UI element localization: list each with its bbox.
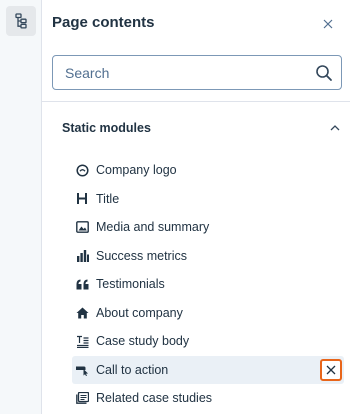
page-tree-button[interactable] <box>6 6 36 36</box>
close-panel-button[interactable] <box>320 16 336 32</box>
left-rail <box>0 0 42 414</box>
module-label: Title <box>96 191 120 206</box>
module-label: Success metrics <box>96 248 187 263</box>
search-input[interactable] <box>53 56 341 89</box>
text-format-icon <box>75 334 89 348</box>
search-icon <box>316 65 332 81</box>
cta-icon <box>75 363 89 377</box>
bar-chart-icon <box>75 249 89 263</box>
module-label: Related case studies <box>96 391 213 406</box>
module-list: Company logo Title Media and summary Suc… <box>72 156 344 413</box>
list-item[interactable]: Case study body <box>72 327 344 356</box>
section-title: Static modules <box>62 121 151 135</box>
search-field <box>52 55 342 90</box>
related-list-icon <box>75 391 89 405</box>
module-label: Case study body <box>96 334 190 349</box>
module-label: Call to action <box>96 362 169 377</box>
close-icon <box>326 365 336 374</box>
quote-icon <box>75 277 89 291</box>
list-item[interactable]: Related case studies <box>72 384 344 413</box>
list-item[interactable]: Media and summary <box>72 213 344 242</box>
remove-module-button[interactable] <box>320 358 342 381</box>
chevron-up-icon <box>330 125 340 131</box>
divider <box>42 101 350 102</box>
module-label: Media and summary <box>96 220 210 235</box>
panel-title: Page contents <box>52 14 155 31</box>
list-item-selected[interactable]: Call to action <box>72 355 344 384</box>
image-icon <box>75 220 89 234</box>
module-label: About company <box>96 305 183 320</box>
list-item[interactable]: Success metrics <box>72 242 344 271</box>
heading-icon <box>75 192 89 206</box>
list-item[interactable]: Company logo <box>72 156 344 185</box>
list-item[interactable]: Title <box>72 185 344 214</box>
tree-structure-icon <box>15 13 27 29</box>
list-item[interactable]: About company <box>72 299 344 328</box>
list-item[interactable]: Testimonials <box>72 270 344 299</box>
module-label: Testimonials <box>96 277 165 292</box>
home-icon <box>75 306 89 320</box>
page-contents-panel: Page contents Static modules Company log… <box>42 0 350 414</box>
static-modules-header[interactable]: Static modules <box>62 118 340 138</box>
close-icon <box>323 19 333 29</box>
panel-header: Page contents <box>42 0 350 48</box>
module-label: Company logo <box>96 163 177 178</box>
logo-icon <box>75 163 89 177</box>
